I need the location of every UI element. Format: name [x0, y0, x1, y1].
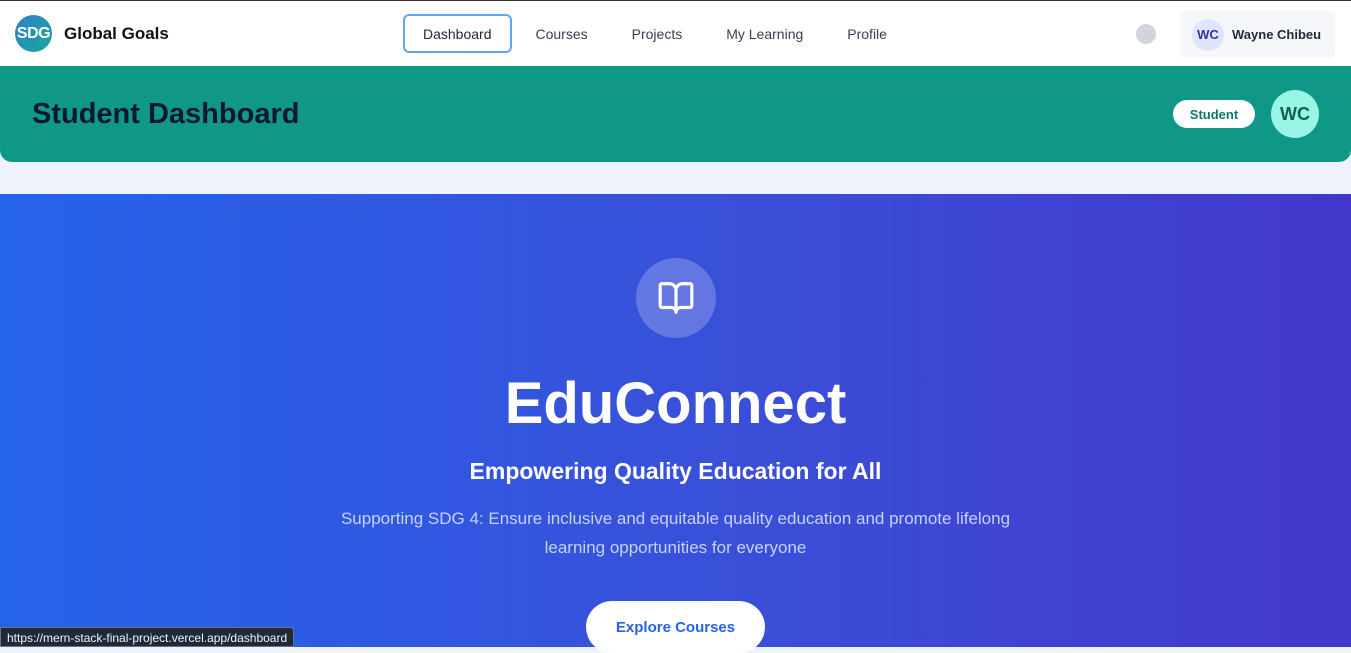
user-menu-button[interactable]: WC Wayne Chibeu — [1180, 11, 1335, 58]
hero-subtitle: Empowering Quality Education for All — [469, 458, 882, 484]
explore-courses-button[interactable]: Explore Courses — [586, 601, 765, 653]
main-nav: Dashboard Courses Projects My Learning P… — [403, 14, 911, 53]
nav-dashboard[interactable]: Dashboard — [403, 14, 512, 53]
nav-profile[interactable]: Profile — [827, 14, 907, 53]
hero-title: EduConnect — [504, 371, 847, 436]
header-avatar: WC — [1271, 90, 1319, 138]
nav-projects[interactable]: Projects — [612, 14, 703, 53]
brand-name: Global Goals — [64, 23, 169, 43]
avatar: WC — [1192, 18, 1224, 51]
dashboard-header: Student Dashboard Student WC — [0, 66, 1351, 162]
page-title: Student Dashboard — [32, 98, 300, 130]
theme-toggle-icon[interactable] — [1136, 24, 1156, 44]
user-name: Wayne Chibeu — [1232, 27, 1322, 42]
book-open-icon — [636, 258, 716, 338]
role-badge: Student — [1173, 100, 1255, 128]
nav-my-learning[interactable]: My Learning — [706, 14, 823, 53]
hero-description: Supporting SDG 4: Ensure inclusive and e… — [340, 509, 1011, 557]
sdg-logo: SDG — [15, 15, 52, 52]
hero-section: EduConnect Empowering Quality Education … — [0, 194, 1351, 653]
status-bar-url: https://mern-stack-final-project.vercel.… — [0, 627, 295, 647]
nav-courses[interactable]: Courses — [516, 14, 608, 53]
brand[interactable]: SDG Global Goals — [15, 15, 169, 52]
top-navbar: SDG Global Goals Dashboard Courses Proje… — [0, 0, 1351, 66]
